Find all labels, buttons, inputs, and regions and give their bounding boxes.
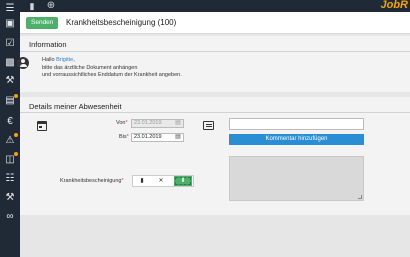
resize-handle-icon[interactable] [358,195,362,199]
info-greeting: Hallo Brigitte, [42,57,75,63]
euro-icon[interactable]: € [3,115,17,129]
document-icon[interactable]: ▩ [3,56,17,70]
file-document-icon[interactable]: ▮ [133,176,151,186]
comment-input[interactable] [229,118,364,130]
to-date-picker-icon[interactable]: ▤ [174,133,182,141]
from-date-picker-icon: ▤ [175,120,181,126]
information-panel: Information [20,36,410,92]
page-title: Krankheitsbescheinigung (100) [66,18,177,27]
inbox-icon[interactable]: ▣ [3,17,17,31]
checkbox-icon[interactable]: ☑ [3,37,17,51]
notification-dot [14,94,18,98]
calendar-icon [37,121,47,131]
from-label: Von* [116,120,128,126]
info-line-3: und vorraussichtliches Enddatum der Kran… [42,72,182,78]
comment-list-area [229,156,364,201]
information-title: Information [29,40,67,49]
bookmark-icon[interactable]: ▮ [27,1,37,11]
link-icon[interactable]: ∞ [3,210,17,224]
divider [20,112,410,113]
send-button[interactable]: Senden [26,17,59,29]
clear-file-icon[interactable]: ✕ [152,176,170,186]
add-comment-button[interactable]: Kommentar hinzufügen [229,134,364,145]
certificate-label: Krankheitsbescheinigung* [60,178,124,184]
details-title: Details meiner Abwesenheit [29,102,122,111]
sidebar: ☰ ▣ ☑ ▩ ⚒ ▤ € ⚠ ◫ ☷ ⚒ ∞ [0,3,20,257]
top-bar: ▮ ⊕ JobR [0,0,410,12]
avatar-icon [17,57,29,69]
menu-icon[interactable]: ☰ [3,2,17,16]
upload-icon[interactable]: ⬇ [174,176,192,186]
user-name-link[interactable]: Brigitte [56,57,73,63]
brand-logo: JobR [380,0,409,11]
comment-icon [203,121,214,130]
list-icon[interactable]: ☷ [3,172,17,186]
tools-icon[interactable]: ⚒ [3,74,17,88]
notification-dot [14,152,18,156]
info-line-2: bitte das ärztliche Dokument anhängen [42,65,138,71]
notification-dot [14,133,18,137]
divider [20,51,410,52]
to-label: Bis* [119,134,129,140]
wrench-icon[interactable]: ⚒ [3,191,17,205]
add-icon[interactable]: ⊕ [46,1,56,11]
page-header: Senden Krankheitsbescheinigung (100) [20,12,410,34]
file-upload-group: ▮ ✕ ⬇ [132,175,194,187]
